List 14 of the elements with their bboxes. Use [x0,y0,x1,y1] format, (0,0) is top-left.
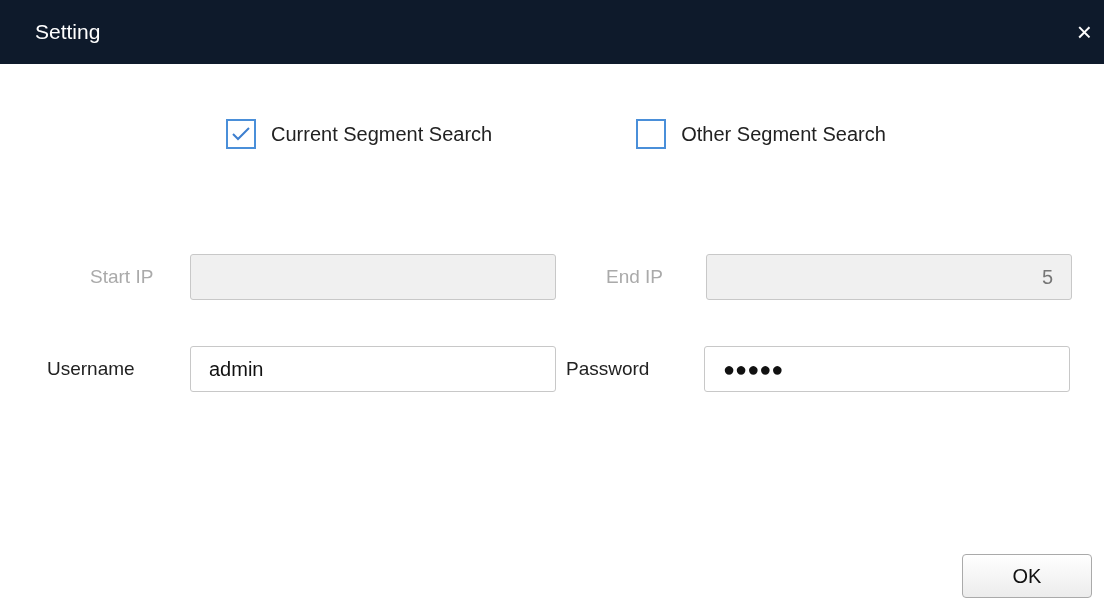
checkbox-label: Current Segment Search [271,122,493,147]
checkbox[interactable] [636,119,667,149]
input-field[interactable]: admin [190,346,556,392]
window-title: Setting [35,19,101,46]
checkbox[interactable] [226,119,256,149]
ok-button[interactable]: OK [962,554,1092,598]
field-label: Username [47,356,136,381]
field-label: Start IP [90,264,155,289]
checkbox-label: Other Segment Search [681,122,886,147]
field-label: Password [566,356,651,381]
check-icon [232,127,250,141]
close-button[interactable]: × [1076,19,1092,45]
input-field[interactable]: ●●●●● [704,346,1070,392]
field-label: End IP [606,264,665,289]
